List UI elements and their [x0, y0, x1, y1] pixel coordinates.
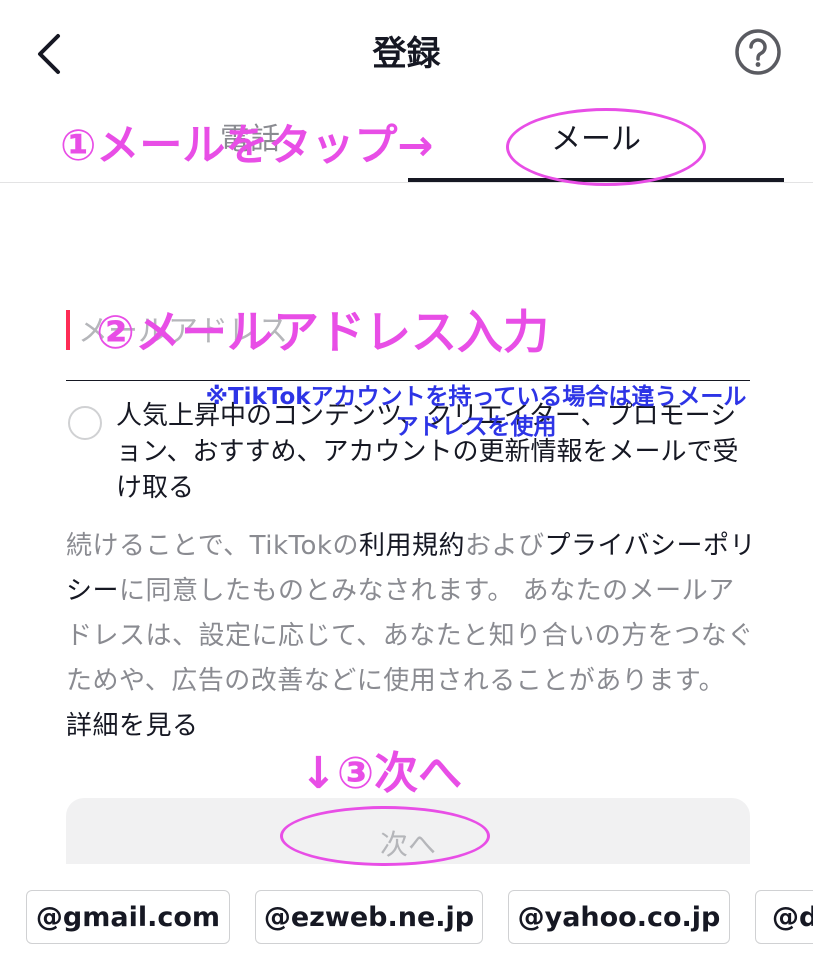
legal-text-2: および	[465, 531, 545, 561]
help-button[interactable]	[734, 28, 782, 76]
marketing-consent-checkbox[interactable]	[68, 406, 102, 440]
annotation-circle-email-tab	[506, 108, 706, 186]
learn-more-link[interactable]: 詳細を見る	[66, 711, 199, 741]
annotation-step-3: ↓③次へ	[300, 748, 463, 799]
annotation-circle-next-button	[280, 806, 490, 866]
domain-chip-more[interactable]: @d	[755, 890, 813, 944]
tab-divider	[0, 182, 813, 183]
domain-chip-ezweb[interactable]: @ezweb.ne.jp	[255, 890, 483, 944]
legal-notice: 続けることで、TikTokの利用規約およびプライバシーポリシーに同意したものとみ…	[66, 524, 756, 749]
legal-text-3: に同意したものとみなされます。 あなたのメールアドレスは、設定に応じて、あなたと…	[66, 576, 754, 696]
annotation-step-1: ①メールをタップ→	[60, 121, 434, 171]
domain-chip-gmail[interactable]: @gmail.com	[26, 890, 230, 944]
legal-text-1: 続けることで、TikTokの	[66, 531, 359, 561]
annotation-step-2: ②メールアドレス入力	[96, 305, 549, 359]
question-circle-icon	[735, 29, 781, 75]
annotation-note: ※TikTokアカウントを持っている場合は違うメールアドレスを使用	[205, 384, 747, 440]
page-title: 登録	[372, 34, 441, 74]
email-domain-suggestions: @gmail.com @ezweb.ne.jp @yahoo.co.jp @d	[0, 864, 813, 967]
domain-chip-yahoo[interactable]: @yahoo.co.jp	[508, 890, 730, 944]
terms-link[interactable]: 利用規約	[359, 531, 465, 561]
